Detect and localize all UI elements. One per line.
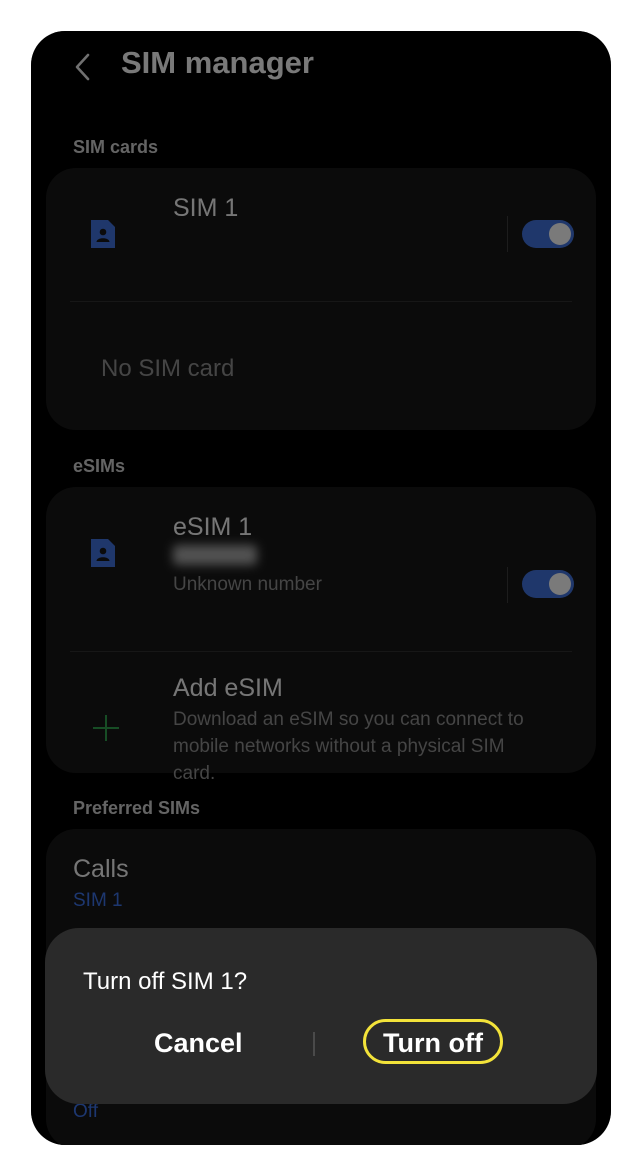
turn-off-highlight-ring	[363, 1019, 503, 1064]
turn-off-dialog: Turn off SIM 1? Cancel Turn off	[45, 928, 597, 1104]
dialog-title: Turn off SIM 1?	[83, 968, 248, 995]
button-separator	[313, 1032, 315, 1056]
cancel-button[interactable]: Cancel	[154, 1028, 243, 1059]
phone-screen: SIM manager SIM cards SIM 1 No SIM card …	[31, 31, 611, 1145]
